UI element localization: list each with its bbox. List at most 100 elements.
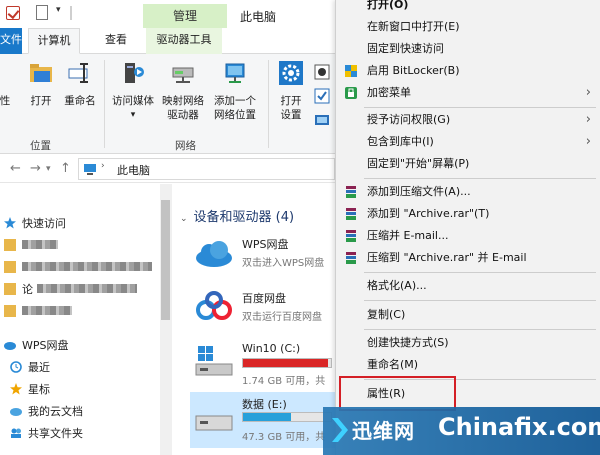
rename-icon xyxy=(68,63,88,83)
open-settings-label-2: 设置 xyxy=(280,109,302,121)
clock-icon xyxy=(10,361,22,373)
menu-item-rename[interactable]: 重命名(M) xyxy=(336,354,600,376)
hard-drive-icon xyxy=(195,415,233,431)
tab-view[interactable]: 查看 xyxy=(96,28,136,54)
tab-file[interactable]: 文件 xyxy=(0,28,22,54)
drive-item-wps[interactable]: WPS网盘 双击进入WPS网盘 xyxy=(190,232,338,280)
access-media-button[interactable]: 访问媒体 ▾ xyxy=(108,60,158,122)
map-network-drive-button[interactable]: 映射网络 驱动器 xyxy=(158,60,208,122)
menu-item-label: 复制(C) xyxy=(367,308,406,321)
menu-item-compress-email[interactable]: 压缩并 E-mail... xyxy=(336,225,600,247)
back-arrow-icon[interactable]: ← xyxy=(10,161,21,176)
ribbon-group-divider xyxy=(268,60,269,148)
drive-free-space: 47.3 GB 可用，共 xyxy=(242,432,326,443)
nav-my-cloud-docs[interactable]: 我的云文档 xyxy=(10,402,83,422)
menu-item-add-archive-rar[interactable]: 添加到 "Archive.rar"(T) xyxy=(336,203,600,225)
open-button[interactable]: 打开 xyxy=(24,60,58,108)
drive-name: Win10 (C:) xyxy=(242,342,301,355)
open-settings-label-1: 打开 xyxy=(280,95,302,107)
cloud-icon xyxy=(10,408,22,416)
shared-users-icon xyxy=(11,428,21,438)
menu-item-label: 在新窗口中打开(E) xyxy=(367,20,460,33)
open-settings-button[interactable]: 打开 设置 xyxy=(272,60,310,122)
nav-starred[interactable]: 星标 xyxy=(10,380,50,400)
tab-drive-tools[interactable]: 驱动器工具 xyxy=(146,28,222,54)
properties-quick-icon[interactable] xyxy=(6,6,20,20)
collapse-chevron-icon: ⌄ xyxy=(180,214,188,224)
submenu-arrow-icon: › xyxy=(585,134,591,149)
group-network-label: 网络 xyxy=(175,140,196,152)
menu-item-label: 打开(O) xyxy=(367,0,409,11)
menu-item-label: 授予访问权限(G) xyxy=(367,113,451,126)
section-header[interactable]: ⌄ 设备和驱动器 (4) xyxy=(180,206,294,225)
add-network-location-button[interactable]: 添加一个 网络位置 xyxy=(208,60,262,122)
titlebar-divider xyxy=(70,6,72,20)
ribbon: 性 打开 重命名 位置 访问媒体 ▾ 映射网络 驱动器 添加一个 网络位置 网络… xyxy=(0,54,335,154)
quick-access-dropdown-icon[interactable]: ▾ xyxy=(56,5,66,19)
manage-contextual-tab[interactable]: 管理 xyxy=(143,4,227,28)
drive-usage-fill xyxy=(243,359,329,367)
up-arrow-icon[interactable]: ↑ xyxy=(60,161,71,176)
menu-item-label: 包含到库中(I) xyxy=(367,135,434,148)
navigation-pane: 快速访问 论 WPS网盘 最近 星标 我的云文档 共享文件夹 xyxy=(0,184,160,455)
menu-item-label: 格式化(A)... xyxy=(367,279,427,292)
menu-item-label: 压缩并 E-mail... xyxy=(367,229,449,242)
nav-shared-label: 共享文件夹 xyxy=(28,427,83,440)
history-dropdown-icon[interactable]: ▾ xyxy=(46,164,51,174)
breadcrumb[interactable]: 此电脑 xyxy=(117,162,150,178)
menu-item-grant-access[interactable]: 授予访问权限(G) › xyxy=(336,109,600,131)
rename-button[interactable]: 重命名 xyxy=(60,60,100,108)
watermark-chevron-icon xyxy=(332,418,348,442)
list-item[interactable] xyxy=(4,236,58,256)
menu-item-pin-quick-access[interactable]: 固定到快速访问 xyxy=(336,38,600,60)
manage-icon[interactable] xyxy=(314,112,330,128)
section-title: 设备和驱动器 (4) xyxy=(193,210,295,225)
add-location-label-1: 添加一个 xyxy=(214,95,256,107)
menu-item-open[interactable]: 打开(O) xyxy=(336,0,600,16)
drive-subtitle: 双击进入WPS网盘 xyxy=(242,258,325,269)
list-item[interactable]: 论 xyxy=(4,280,137,300)
uninstall-program-icon[interactable] xyxy=(314,64,330,80)
menu-item-add-archive[interactable]: 添加到压缩文件(A)... xyxy=(336,181,600,203)
menu-item-encrypt-menu[interactable]: 加密菜单 › xyxy=(336,82,600,104)
tab-computer[interactable]: 计算机 xyxy=(28,28,80,54)
nav-quick-access[interactable]: 快速访问 xyxy=(4,214,66,234)
address-row: ← → ▾ ↑ › 此电脑 xyxy=(0,155,335,183)
menu-item-copy[interactable]: 复制(C) xyxy=(336,304,600,326)
system-properties-icon[interactable] xyxy=(314,88,330,104)
drive-item-e[interactable]: 数据 (E:) 47.3 GB 可用，共 xyxy=(190,392,338,448)
nav-recent[interactable]: 最近 xyxy=(10,358,50,378)
menu-item-label: 压缩到 "Archive.rar" 并 E-mail xyxy=(367,251,527,264)
menu-item-bitlocker[interactable]: 启用 BitLocker(B) xyxy=(336,60,600,82)
nav-recent-label: 最近 xyxy=(28,361,50,374)
menu-item-format[interactable]: 格式化(A)... xyxy=(336,275,600,297)
breadcrumb-chevron-icon: › xyxy=(101,161,105,171)
nav-shared-folder[interactable]: 共享文件夹 xyxy=(10,424,83,444)
menu-item-create-shortcut[interactable]: 创建快捷方式(S) xyxy=(336,332,600,354)
nav-quick-access-label: 快速访问 xyxy=(22,217,66,230)
nav-scrollbar-thumb[interactable] xyxy=(161,200,170,320)
nav-starred-label: 星标 xyxy=(28,383,50,396)
new-folder-quick-icon[interactable] xyxy=(36,5,48,20)
address-bar[interactable]: › 此电脑 xyxy=(78,158,335,180)
group-location-label: 位置 xyxy=(30,140,51,152)
winrar-icon xyxy=(346,186,356,198)
nav-wps-cloud[interactable]: WPS网盘 xyxy=(4,336,69,356)
forward-arrow-icon[interactable]: → xyxy=(30,161,41,176)
menu-item-include-library[interactable]: 包含到库中(I) › xyxy=(336,131,600,153)
menu-item-compress-rar-email[interactable]: 压缩到 "Archive.rar" 并 E-mail xyxy=(336,247,600,269)
media-server-icon xyxy=(125,63,144,83)
menu-item-open-new-window[interactable]: 在新窗口中打开(E) xyxy=(336,16,600,38)
menu-item-label: 固定到快速访问 xyxy=(367,42,444,55)
list-item[interactable] xyxy=(4,258,152,278)
blurred-label xyxy=(22,240,58,249)
list-item[interactable] xyxy=(4,302,72,322)
windows-drive-icon xyxy=(195,346,233,376)
drive-usage-fill xyxy=(243,413,292,421)
properties-button-partial[interactable]: 性 xyxy=(0,94,14,108)
menu-item-pin-start[interactable]: 固定到"开始"屏幕(P) xyxy=(336,153,600,175)
winrar-icon xyxy=(346,230,356,242)
nav-item-label: 论 xyxy=(22,283,33,296)
drive-item-c[interactable]: Win10 (C:) 1.74 GB 可用，共 xyxy=(190,338,338,387)
drive-item-baidu[interactable]: 百度网盘 双击运行百度网盘 xyxy=(190,286,338,334)
